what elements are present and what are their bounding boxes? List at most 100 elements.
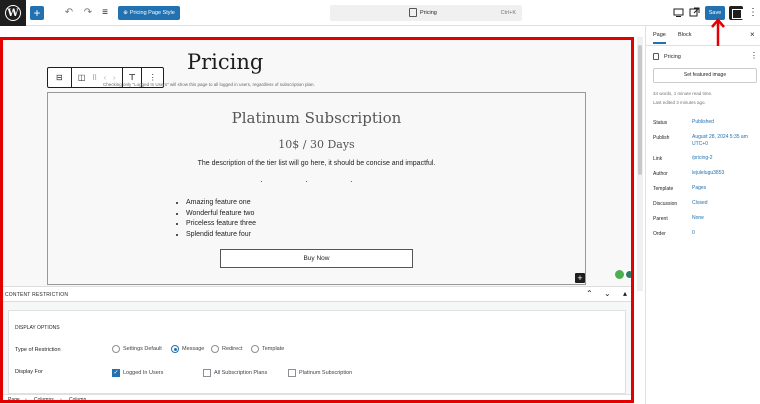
save-button[interactable]: Save bbox=[705, 6, 725, 20]
undo-icon[interactable]: ↶ bbox=[62, 6, 76, 20]
sidebar-tabs: Page Block × bbox=[646, 26, 760, 46]
publish-date-value[interactable]: August 28, 2024 5:35 am UTC+0 bbox=[692, 134, 758, 148]
block-breadcrumb: Page › Columns › Column bbox=[0, 394, 634, 404]
radio-circle[interactable] bbox=[171, 345, 179, 353]
radio-settings-default[interactable]: Settings Default bbox=[112, 345, 162, 353]
block-editor-app: W + ↶ ↷ ≡ ⊕ Pricing Page Style Pricing C… bbox=[0, 0, 760, 404]
meta-box-title: CONTENT RESTRICTION bbox=[5, 292, 69, 298]
checkbox-platinum-subscription[interactable]: Platinum Subscription bbox=[288, 369, 352, 377]
radio-circle[interactable] bbox=[112, 345, 120, 353]
wordpress-logo-icon: W bbox=[5, 5, 21, 21]
breadcrumb-column[interactable]: Column bbox=[69, 397, 86, 403]
tier-separator[interactable]: · · · bbox=[48, 177, 585, 186]
radio-label: Settings Default bbox=[123, 346, 162, 352]
radio-template[interactable]: Template bbox=[251, 345, 284, 353]
collapse-toggle-icon[interactable]: ▴ bbox=[623, 289, 627, 298]
more-vertical-icon: ⋮ bbox=[148, 73, 157, 82]
parent-label: Parent bbox=[653, 216, 668, 222]
list-item[interactable]: Wonderful feature two bbox=[186, 210, 256, 217]
buy-now-button[interactable]: Buy Now bbox=[220, 249, 413, 268]
checkbox-all-subscription-plans[interactable]: All Subscription Plans bbox=[203, 369, 267, 377]
feature-list[interactable]: Amazing feature one Wonderful feature tw… bbox=[186, 199, 256, 241]
tier-description[interactable]: The description of the tier list will go… bbox=[48, 160, 585, 167]
breadcrumb-columns[interactable]: Columns bbox=[34, 397, 54, 403]
author-label: Author bbox=[653, 171, 668, 177]
radio-circle[interactable] bbox=[211, 345, 219, 353]
move-right-icon[interactable]: › bbox=[113, 73, 116, 82]
page-actions-icon[interactable]: ⋮ bbox=[750, 51, 758, 60]
checkmark-icon[interactable]: ✓ bbox=[112, 369, 120, 377]
column-block-icon[interactable]: ◫ bbox=[78, 73, 86, 82]
publish-label: Publish bbox=[653, 135, 670, 141]
options-menu-icon[interactable]: ⋮ bbox=[748, 6, 758, 20]
align-top-icon: ⊤ bbox=[128, 73, 136, 82]
order-label: Order bbox=[653, 231, 666, 237]
author-value[interactable]: lejulelugu3853 bbox=[692, 170, 724, 177]
command-shortcut: Ctrl+K bbox=[500, 10, 516, 16]
type-of-restriction-label: Type of Restriction bbox=[15, 347, 61, 353]
view-page-external-icon[interactable] bbox=[689, 7, 700, 18]
checkbox-logged-in-users[interactable]: ✓ Logged In Users bbox=[112, 369, 163, 377]
checkbox-label: All Subscription Plans bbox=[214, 370, 268, 376]
checkbox-box[interactable] bbox=[203, 369, 211, 377]
last-edited-info: Last edited 3 minutes ago. bbox=[653, 100, 706, 105]
status-value[interactable]: Published bbox=[692, 119, 714, 126]
document-overview-icon[interactable]: ≡ bbox=[98, 6, 112, 20]
content-restriction-header: CONTENT RESTRICTION ⌃ ⌄ ▴ bbox=[0, 286, 634, 302]
link-value[interactable]: /pricing-2 bbox=[692, 155, 713, 162]
content-restriction-panel: DISPLAY OPTIONS Type of Restriction Sett… bbox=[0, 302, 634, 394]
page-title[interactable]: Pricing bbox=[187, 50, 263, 74]
tab-page[interactable]: Page bbox=[653, 32, 666, 44]
document-bar[interactable]: Pricing Ctrl+K bbox=[330, 5, 522, 21]
block-inserter-plus-icon[interactable]: + bbox=[575, 273, 585, 283]
chevron-right-icon: › bbox=[60, 397, 62, 403]
radio-redirect[interactable]: Redirect bbox=[211, 345, 242, 353]
move-left-icon[interactable]: ‹ bbox=[104, 73, 107, 82]
document-title: Pricing bbox=[420, 10, 437, 16]
template-value[interactable]: Pages bbox=[692, 185, 706, 192]
link-label: Link bbox=[653, 156, 663, 162]
display-for-help-text: Checking only "Logged In Users" will sho… bbox=[103, 82, 315, 87]
columns-icon: ⊟ bbox=[55, 73, 63, 82]
display-for-label: Display For bbox=[15, 369, 43, 375]
tab-block[interactable]: Block bbox=[678, 32, 691, 38]
radio-label: Template bbox=[262, 346, 285, 352]
breadcrumb-page[interactable]: Page bbox=[8, 397, 20, 403]
list-item[interactable]: Amazing feature one bbox=[186, 199, 256, 206]
grammar-check-icon[interactable] bbox=[625, 270, 634, 279]
tier-price[interactable]: 10$ / 30 Days bbox=[48, 138, 585, 151]
wordpress-logo-button[interactable]: W bbox=[0, 0, 26, 26]
parent-columns-button[interactable]: ⊟ bbox=[48, 68, 72, 87]
drag-handle-icon[interactable]: ⠿ bbox=[92, 74, 97, 82]
redo-icon[interactable]: ↷ bbox=[81, 6, 95, 20]
parent-value[interactable]: None bbox=[692, 215, 704, 222]
list-item[interactable]: Splendid feature four bbox=[186, 231, 256, 238]
globe-icon: ⊕ bbox=[123, 10, 128, 16]
radio-message[interactable]: Message bbox=[171, 345, 204, 353]
checkbox-box[interactable] bbox=[288, 369, 296, 377]
sidebar-page-summary: Pricing bbox=[653, 53, 681, 60]
canvas-scrollbar-thumb[interactable] bbox=[638, 45, 642, 175]
sidebar-page-name: Pricing bbox=[664, 53, 681, 60]
list-item[interactable]: Priceless feature three bbox=[186, 220, 256, 227]
set-featured-image-button[interactable]: Set featured image bbox=[653, 68, 757, 83]
move-up-icon[interactable]: ⌃ bbox=[586, 289, 593, 298]
assistant-icon[interactable] bbox=[615, 270, 624, 279]
discussion-value[interactable]: Closed bbox=[692, 200, 708, 207]
tier-title[interactable]: Platinum Subscription bbox=[48, 109, 585, 127]
pricing-tier-column[interactable]: Platinum Subscription 10$ / 30 Days The … bbox=[47, 92, 586, 285]
radio-label: Redirect bbox=[222, 346, 243, 352]
settings-sidebar-toggle[interactable] bbox=[729, 6, 744, 20]
word-count-info: 34 words, 1 minute read time. bbox=[653, 91, 713, 96]
order-value[interactable]: 0 bbox=[692, 230, 695, 237]
checkbox-label: Platinum Subscription bbox=[299, 370, 353, 376]
add-block-button[interactable]: + bbox=[30, 6, 44, 20]
move-down-icon[interactable]: ⌄ bbox=[604, 289, 611, 298]
pattern-style-button[interactable]: ⊕ Pricing Page Style bbox=[118, 6, 180, 20]
close-icon[interactable]: × bbox=[750, 30, 755, 39]
radio-circle[interactable] bbox=[251, 345, 259, 353]
status-label: Status bbox=[653, 120, 668, 126]
display-options-heading: DISPLAY OPTIONS bbox=[15, 325, 60, 331]
settings-sidebar: Page Block × Pricing ⋮ Set featured imag… bbox=[645, 26, 760, 404]
desktop-preview-icon[interactable] bbox=[673, 7, 684, 18]
